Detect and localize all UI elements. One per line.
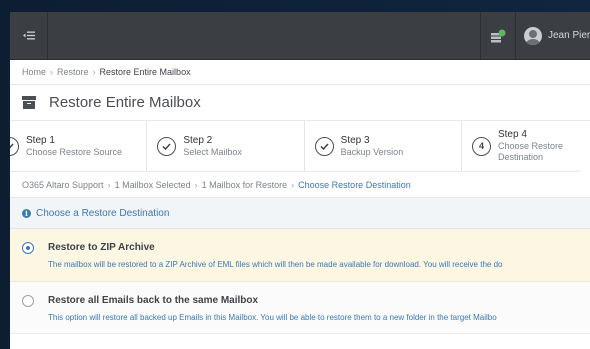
option-restore-same-mailbox[interactable]: Restore all Emails back to the same Mail… [10, 282, 590, 334]
check-icon [314, 136, 334, 156]
trail-separator: › [291, 179, 295, 190]
user-menu[interactable]: Jean Pierr [516, 12, 590, 60]
trail-separator: › [194, 179, 198, 190]
wizard-steps: Step 1 Choose Restore Source Step 2 Sele… [10, 121, 580, 172]
page-header: Restore Entire Mailbox [10, 85, 590, 121]
step-subtitle: Choose Restore Source [26, 146, 123, 157]
breadcrumb-separator: › [92, 67, 96, 77]
step-4[interactable]: 4 Step 4 Choose Restore Destination [462, 121, 580, 171]
step-3[interactable]: Step 3 Backup Version [305, 121, 462, 171]
app-window: Jean Pierr Home › Restore › Restore Enti… [10, 12, 590, 349]
archive-box-icon [22, 96, 36, 109]
option-restore-zip[interactable]: Restore to ZIP Archive The mailbox will … [10, 229, 590, 282]
breadcrumb-current: Restore Entire Mailbox [99, 67, 191, 77]
breadcrumb-home[interactable]: Home [22, 67, 46, 77]
step-subtitle: Backup Version [340, 146, 404, 157]
step-title: Step 1 [26, 134, 55, 146]
option-description: The mailbox will be restored to a ZIP Ar… [48, 260, 503, 269]
trail-current: Choose Restore Destination [298, 179, 411, 190]
trail-separator: › [107, 179, 111, 190]
trail-item[interactable]: O365 Altaro Support [22, 180, 104, 190]
radio-restore-zip[interactable] [22, 242, 34, 254]
step-title: Step 3 [340, 134, 370, 146]
trail-item[interactable]: 1 Mailbox for Restore [202, 180, 288, 190]
check-icon [10, 136, 19, 156]
option-title: Restore to ZIP Archive [48, 242, 155, 253]
step-title: Step 4 [497, 129, 527, 140]
server-status-icon[interactable] [480, 12, 516, 60]
step-1[interactable]: Step 1 Choose Restore Source [10, 121, 148, 171]
breadcrumb-restore[interactable]: Restore [57, 67, 89, 77]
radio-restore-same-mailbox[interactable] [22, 295, 34, 307]
option-description: This option will restore all backed up E… [48, 313, 497, 322]
option-title: Restore all Emails back to the same Mail… [48, 295, 259, 306]
step-subtitle: Choose Restore Destination [497, 141, 564, 162]
step-number: 4 [471, 136, 491, 156]
step-subtitle: Select Mailbox [183, 146, 242, 157]
info-icon: i [22, 208, 31, 218]
user-name: Jean Pierr [548, 30, 590, 41]
check-icon [157, 136, 177, 156]
breadcrumb-separator: › [50, 67, 54, 77]
selection-trail: O365 Altaro Support › 1 Mailbox Selected… [10, 172, 590, 198]
trail-item[interactable]: 1 Mailbox Selected [115, 180, 191, 190]
section-header: i Choose a Restore Destination [10, 198, 590, 229]
page-title: Restore Entire Mailbox [49, 94, 201, 111]
top-bar: Jean Pierr [10, 12, 590, 60]
menu-collapse-icon[interactable] [10, 12, 48, 60]
step-title: Step 2 [183, 134, 213, 146]
breadcrumb: Home › Restore › Restore Entire Mailbox [10, 60, 590, 85]
step-2[interactable]: Step 2 Select Mailbox [147, 121, 305, 171]
section-title: Choose a Restore Destination [36, 207, 170, 219]
avatar [524, 26, 542, 45]
